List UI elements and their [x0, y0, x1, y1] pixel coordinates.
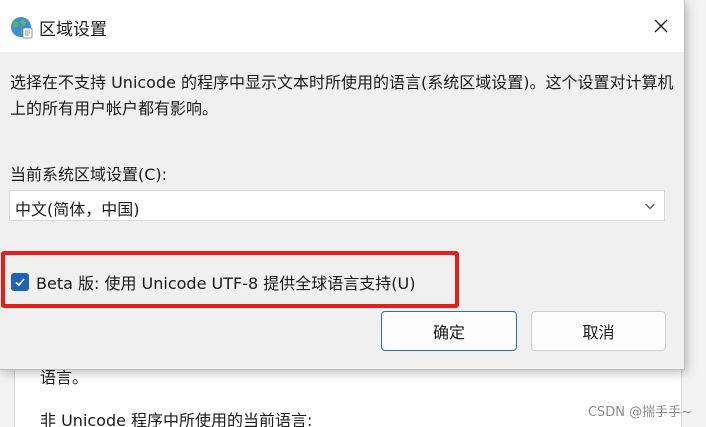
background-text-line2: 非 Unicode 程序中所使用的当前语言:	[40, 411, 313, 427]
region-settings-dialog: 区域设置 选择在不支持 Unicode 的程序中显示文本时所使用的语言(系统区域…	[0, 0, 685, 370]
beta-utf8-label: Beta 版: 使用 Unicode UTF-8 提供全球语言支持(U)	[36, 274, 416, 293]
checkmark-icon	[15, 278, 25, 287]
beta-utf8-option[interactable]: Beta 版: 使用 Unicode UTF-8 提供全球语言支持(U)	[11, 270, 415, 294]
dialog-description: 选择在不支持 Unicode 的程序中显示文本时所使用的语言(系统区域设置)。这…	[10, 73, 674, 118]
close-icon	[654, 19, 668, 33]
chevron-down-icon	[645, 203, 655, 210]
locale-label: 当前系统区域设置(C):	[10, 165, 168, 184]
beta-utf8-checkbox[interactable]	[11, 273, 29, 291]
close-button[interactable]	[638, 0, 684, 52]
locale-dropdown-value: 中文(简体，中国)	[15, 200, 140, 219]
cancel-button[interactable]: 取消	[531, 311, 666, 351]
dialog-title: 区域设置	[39, 20, 107, 40]
watermark: CSDN @揣手手~	[587, 405, 692, 420]
globe-icon	[11, 17, 33, 39]
title-bar[interactable]: 区域设置	[0, 0, 684, 52]
locale-dropdown[interactable]: 中文(简体，中国)	[9, 190, 665, 221]
ok-button[interactable]: 确定	[381, 311, 517, 351]
